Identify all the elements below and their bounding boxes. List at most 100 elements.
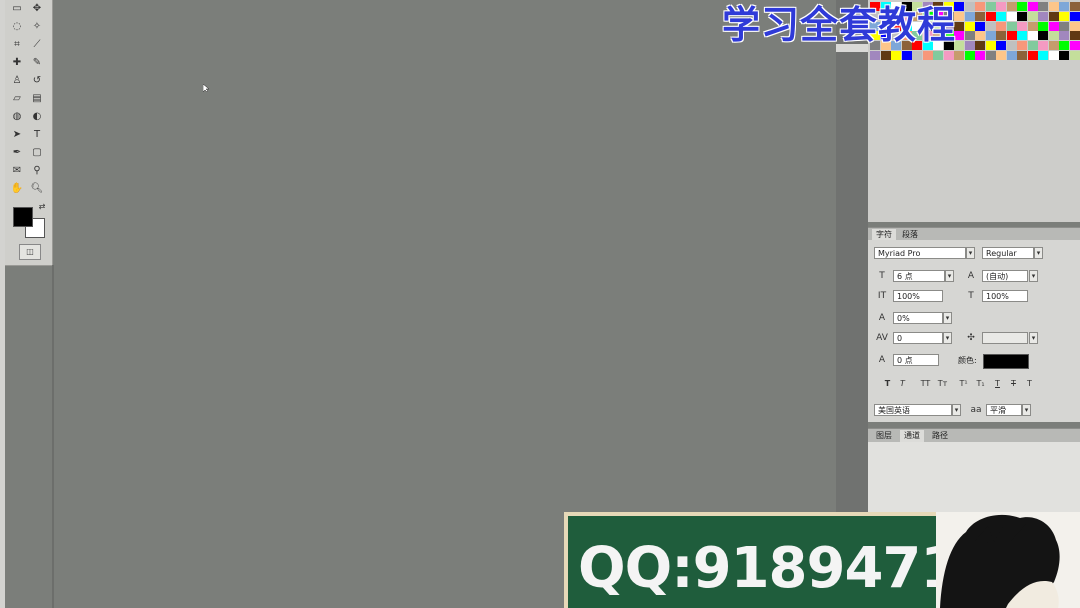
swatch-cell[interactable] [1027,11,1038,21]
font-size-input[interactable]: 6 点 [893,270,945,282]
swatch-cell[interactable] [1017,2,1027,11]
swatch-cell[interactable] [1006,51,1017,60]
swatch-cell[interactable] [985,21,996,31]
swatch-cell[interactable] [1069,51,1080,60]
shape-tool-icon[interactable]: ▢ [30,146,44,160]
swatch-cell[interactable] [1048,11,1059,21]
blur-tool-icon[interactable]: ◍ [10,110,24,124]
swatch-cell[interactable] [1017,31,1027,41]
clone-stamp-tool-icon[interactable]: ♙ [10,74,24,88]
eyedropper-tool-icon[interactable]: ⚲ [30,164,44,178]
font-style-dropdown-icon[interactable]: ▾ [1034,247,1043,259]
swatch-cell[interactable] [1059,11,1069,21]
leading-input[interactable]: (自动) [982,270,1028,282]
notes-tool-icon[interactable]: ✉ [10,164,24,178]
swatch-cell[interactable] [964,41,975,51]
swatch-cell[interactable] [1027,21,1038,31]
swatch-cell[interactable] [996,21,1006,31]
swatch-cell[interactable] [985,51,996,60]
superscript-icon[interactable]: T¹ [958,378,969,390]
swatch-cell[interactable] [891,51,901,60]
gradient-tool-icon[interactable]: ▤ [30,92,44,106]
swatch-cell[interactable] [1048,2,1059,11]
swatch-cell[interactable] [1059,21,1069,31]
swatch-cell[interactable] [1059,31,1069,41]
swatch-cell[interactable] [985,11,996,21]
swatch-cell[interactable] [1038,31,1048,41]
baseline-shift-input[interactable]: 0 点 [893,354,939,366]
character-spacing-input[interactable] [982,332,1028,344]
swatch-cell[interactable] [996,11,1006,21]
swatch-cell[interactable] [975,2,985,11]
hand-tool-icon[interactable]: ✋ [10,182,24,196]
no-break-icon[interactable]: T [1024,378,1035,390]
swatch-cell[interactable] [975,41,985,51]
swatch-cell[interactable] [1048,41,1059,51]
marquee-tool-icon[interactable]: ▭ [10,2,24,16]
swatch-cell[interactable] [1017,11,1027,21]
kerning-input[interactable]: 0 [893,332,943,344]
font-family-select[interactable]: Myriad Pro [874,247,966,259]
pen-tool-icon[interactable]: ✒ [10,146,24,160]
swatch-cell[interactable] [870,51,880,60]
swatch-cell[interactable] [964,2,975,11]
type-tool-icon[interactable]: T [30,128,44,142]
swatch-cell[interactable] [964,31,975,41]
small-caps-icon[interactable]: Tт [937,378,948,390]
swatch-cell[interactable] [1048,31,1059,41]
tab-channels[interactable]: 通道 [900,430,924,442]
swap-colors-icon[interactable]: ⇄ [35,200,49,214]
swatch-cell[interactable] [1038,41,1048,51]
crop-tool-icon[interactable]: ⌗ [10,38,24,52]
anti-alias-select[interactable]: 平滑 [986,404,1022,416]
subscript-icon[interactable]: T₁ [975,378,986,390]
swatch-cell[interactable] [922,51,933,60]
swatch-cell[interactable] [985,2,996,11]
swatch-cell[interactable] [1017,21,1027,31]
faux-italic-icon[interactable]: T [897,378,908,390]
foreground-color-swatch[interactable] [13,207,33,227]
swatch-cell[interactable] [1027,2,1038,11]
magic-wand-tool-icon[interactable]: ✧ [30,20,44,34]
leading-dropdown-icon[interactable]: ▾ [1029,270,1038,282]
swatch-cell[interactable] [975,11,985,21]
swatch-cell[interactable] [1006,31,1017,41]
tab-paths[interactable]: 路径 [928,430,952,442]
text-color-swatch[interactable] [983,354,1029,369]
swatch-cell[interactable] [1048,21,1059,31]
swatch-cell[interactable] [1006,11,1017,21]
swatch-cell[interactable] [1059,41,1069,51]
kerning-dropdown-icon[interactable]: ▾ [943,332,952,344]
swatch-cell[interactable] [996,51,1006,60]
healing-brush-tool-icon[interactable]: ✚ [10,56,24,70]
brush-tool-icon[interactable]: ✎ [30,56,44,70]
quick-mask-button[interactable]: ◫ [19,244,41,260]
swatch-cell[interactable] [933,51,943,60]
swatch-cell[interactable] [1017,41,1027,51]
swatch-cell[interactable] [1059,2,1069,11]
swatch-cell[interactable] [964,51,975,60]
eraser-tool-icon[interactable]: ▱ [10,92,24,106]
swatch-cell[interactable] [1069,31,1080,41]
font-family-dropdown-icon[interactable]: ▾ [966,247,975,259]
lasso-tool-icon[interactable]: ◌ [10,20,24,34]
swatch-cell[interactable] [1006,2,1017,11]
swatch-cell[interactable] [1027,41,1038,51]
swatch-cell[interactable] [975,21,985,31]
swatch-cell[interactable] [1038,11,1048,21]
underline-icon[interactable]: T [992,378,1003,390]
swatch-cell[interactable] [943,51,954,60]
swatch-cell[interactable] [996,31,1006,41]
swatch-cell[interactable] [1069,41,1080,51]
faux-bold-icon[interactable]: T [882,378,893,390]
swatch-cell[interactable] [1006,41,1017,51]
swatch-cell[interactable] [1027,51,1038,60]
language-select[interactable]: 美国英语 [874,404,952,416]
swatch-cell[interactable] [1069,11,1080,21]
swatch-cell[interactable] [1048,51,1059,60]
anti-alias-dropdown-icon[interactable]: ▾ [1022,404,1031,416]
strikethrough-icon[interactable]: T [1008,378,1019,390]
swatch-cell[interactable] [996,41,1006,51]
font-size-dropdown-icon[interactable]: ▾ [945,270,954,282]
horizontal-scale-input[interactable]: 100% [982,290,1028,302]
